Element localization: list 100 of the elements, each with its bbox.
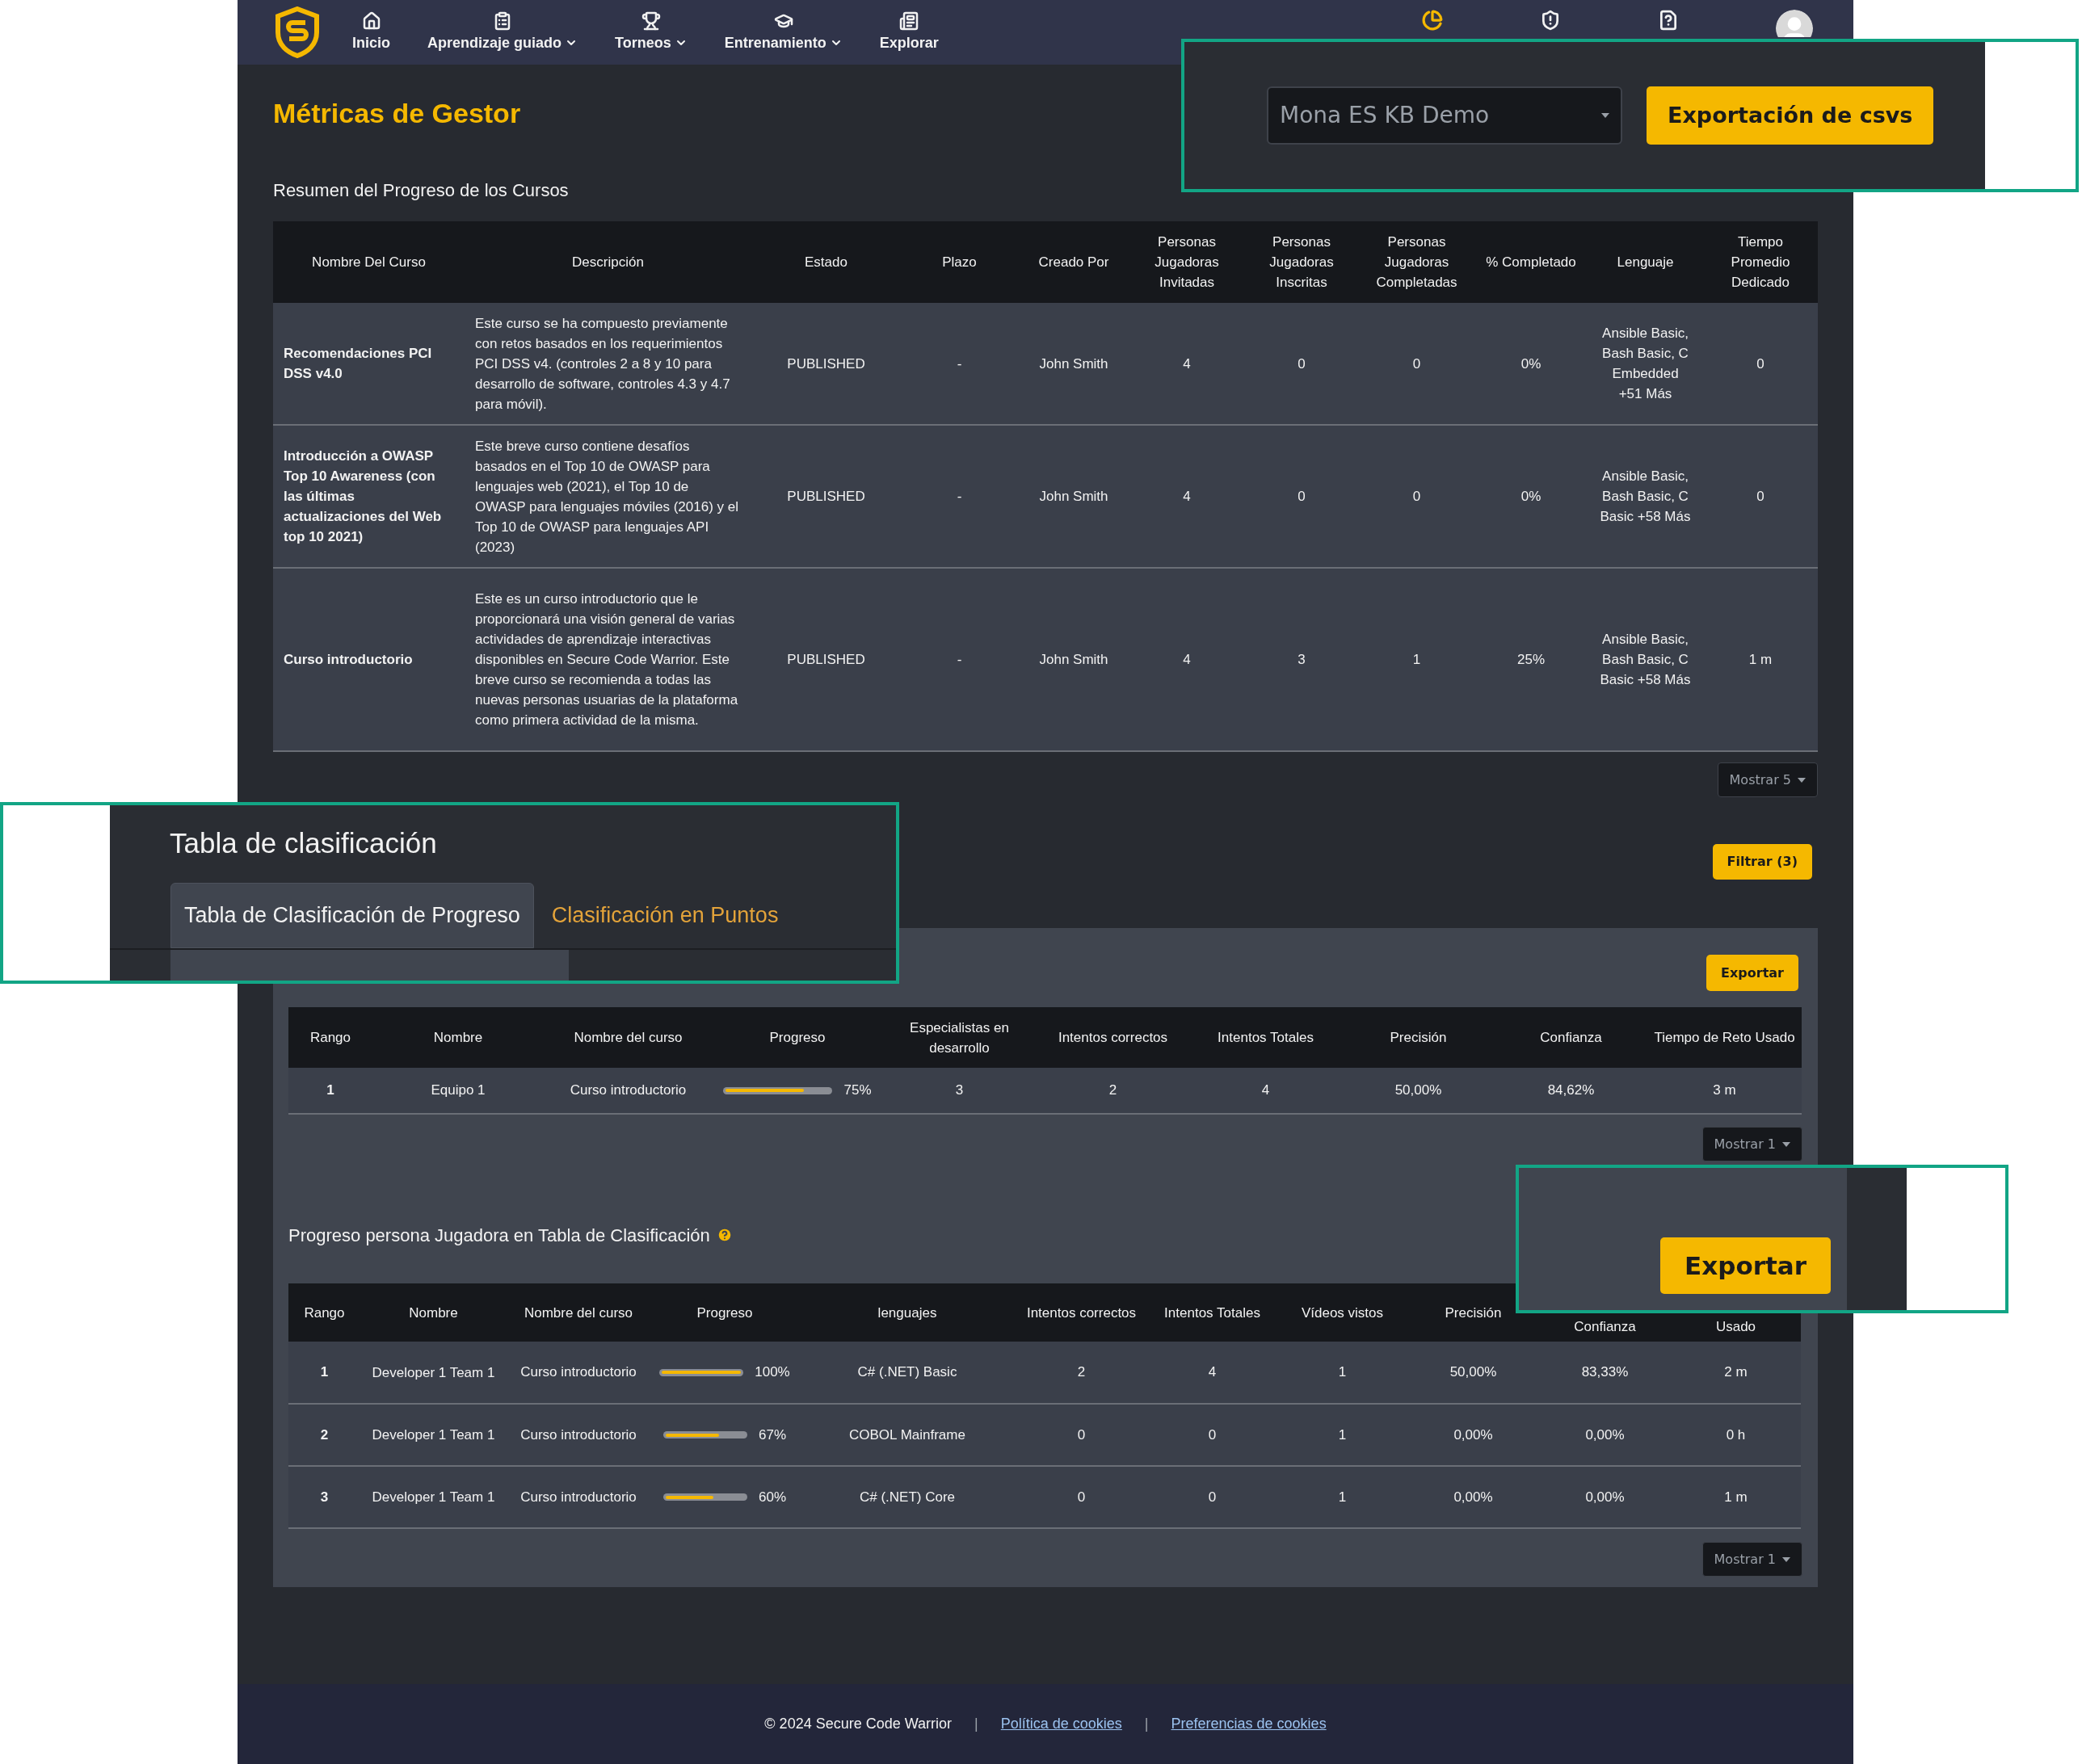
column-header: Lenguaje	[1588, 221, 1703, 303]
nav-item[interactable]: Entrenamiento	[724, 10, 843, 54]
copyright-text: © 2024 Secure Code Warrior	[764, 1715, 953, 1733]
help-icon[interactable]	[1658, 10, 1679, 31]
table-cell: Introducción a OWASP Top 10 Awareness (con las últimas actualizaciones del Web top 10 2021)	[273, 425, 465, 568]
table-cell: Este es un curso introductorio que le proporcionará una visión general de varias actividades de aprendizaje interactivas disponibles en Secure Code Warrior. Este breve curso se recomienda a todas las nuevas personas usuarias de la plataforma como primera actividad de la misma.	[465, 568, 751, 751]
table-cell: COBOL Mainframe	[799, 1404, 1016, 1466]
table-cell: 4	[1189, 1068, 1342, 1114]
nav-item[interactable]: Torneos	[615, 10, 688, 54]
table-cell: 1	[1277, 1466, 1407, 1528]
column-header: Estado	[751, 221, 901, 303]
table-cell: PUBLISHED	[751, 303, 901, 425]
export-button[interactable]: Exportar	[1660, 1237, 1831, 1294]
table-cell: 0	[1703, 425, 1818, 568]
table-cell: 1	[1277, 1404, 1407, 1466]
column-header: Precisión	[1342, 1007, 1495, 1068]
footer-link[interactable]: Política de cookies	[1000, 1713, 1122, 1735]
column-header: % Completado	[1474, 221, 1588, 303]
table-cell: 2	[1037, 1068, 1189, 1114]
table-cell: 0	[1016, 1404, 1147, 1466]
table-cell: 2 m	[1671, 1342, 1801, 1404]
caret-icon	[1601, 113, 1609, 118]
separator-text: |	[1144, 1715, 1149, 1733]
table-cell: 0%	[1474, 303, 1588, 425]
table-cell: 3	[1244, 568, 1359, 751]
column-header: Creado Por	[1018, 221, 1129, 303]
column-header: Progreso	[713, 1007, 882, 1068]
footer-link[interactable]: Preferencias de cookies	[1171, 1713, 1327, 1735]
nav-item[interactable]: Aprendizaje guiado	[427, 10, 578, 54]
column-header: lenguajes	[799, 1283, 1016, 1342]
nav-item[interactable]: Explorar	[879, 10, 939, 54]
table-cell: 0	[1244, 425, 1359, 568]
table-cell: 0,00%	[1407, 1404, 1539, 1466]
column-header: Intentos Totales	[1147, 1283, 1277, 1342]
table-cell: 50,00%	[1407, 1342, 1539, 1404]
table-cell: 84,62%	[1495, 1068, 1647, 1114]
page-size-dropdown[interactable]: Mostrar 1	[1701, 1127, 1802, 1161]
page-size-dropdown[interactable]: Mostrar 1	[1701, 1542, 1802, 1577]
table-cell: Developer 1 Team 1	[360, 1404, 507, 1466]
table-cell: Ansible Basic, Bash Basic, C Basic +58 Más	[1588, 425, 1703, 568]
table-cell: 0%	[1474, 425, 1588, 568]
export-button[interactable]: Exportar	[1706, 955, 1798, 991]
logo-icon	[275, 6, 320, 58]
table-cell: John Smith	[1018, 303, 1129, 425]
trophy-icon	[641, 10, 661, 31]
table-cell: Recomendaciones PCI DSS v4.0	[273, 303, 465, 425]
caret-icon	[1782, 1141, 1790, 1147]
progress-reading: 100%	[755, 1363, 790, 1382]
table-cell: 0,00%	[1539, 1404, 1671, 1466]
export-csv-button[interactable]: Exportación de csvs	[1647, 86, 1934, 145]
help-icon[interactable]	[716, 1227, 733, 1243]
table-cell: 1	[288, 1068, 372, 1114]
caret-icon	[1782, 1556, 1790, 1562]
pie-chart-icon[interactable]	[1422, 10, 1443, 31]
column-header: Progreso	[650, 1283, 799, 1342]
section-title: Tabla de clasificación	[169, 826, 438, 860]
table-cell: 4	[1129, 568, 1244, 751]
filter-button[interactable]: Filtrar (3)	[1712, 844, 1812, 880]
nav-item[interactable]: Inicio	[352, 10, 390, 54]
separator-text: |	[974, 1715, 978, 1733]
table-cell: C# (.NET) Core	[799, 1466, 1016, 1528]
page-title: Métricas de Gestor	[273, 97, 521, 130]
table-cell: Ansible Basic, Bash Basic, C Embedded +51 Más	[1588, 303, 1703, 425]
column-header: Intentos correctos	[1037, 1007, 1189, 1068]
table-cell: 2	[288, 1404, 360, 1466]
tab[interactable]: Clasificación en Puntos	[533, 883, 797, 948]
table-cell: 83,33%	[1539, 1342, 1671, 1404]
table-cell: 0	[1147, 1404, 1277, 1466]
table-cell: 3	[288, 1466, 360, 1528]
table-cell: Curso introductorio	[544, 1068, 713, 1114]
column-header: Especialistas en desarrollo	[882, 1007, 1037, 1068]
table-cell: Curso introductorio	[507, 1342, 650, 1404]
table-cell: 0	[1359, 425, 1474, 568]
column-header: Tiempo de Reto Usado	[1647, 1007, 1802, 1068]
table-cell: -	[901, 425, 1018, 568]
avatar-icon[interactable]	[1776, 10, 1813, 37]
column-header: Nombre del curso	[507, 1283, 650, 1342]
column-header: Plazo	[901, 221, 1018, 303]
column-header: Tiempo Promedio Dedicado	[1703, 221, 1818, 303]
table-cell: Developer 1 Team 1	[360, 1466, 507, 1528]
table-cell: -	[901, 568, 1018, 751]
table-cell: 0	[1147, 1466, 1277, 1528]
table-cell: John Smith	[1018, 568, 1129, 751]
table-cell: 0 h	[1671, 1404, 1801, 1466]
table-cell: 3 m	[1647, 1068, 1802, 1114]
table-cell: 0	[1244, 303, 1359, 425]
column-header: Nombre del curso	[544, 1007, 713, 1068]
table-cell: Equipo 1	[372, 1068, 544, 1114]
organization-select[interactable]: Mona ES KB Demo	[1267, 86, 1622, 145]
table-cell: Curso introductorio	[507, 1404, 650, 1466]
table-cell: 1	[1359, 568, 1474, 751]
table-cell: 0	[1016, 1466, 1147, 1528]
page-size-dropdown[interactable]: Mostrar 5	[1717, 762, 1818, 797]
shield-icon[interactable]	[1540, 10, 1561, 31]
table-cell: Curso introductorio	[273, 568, 465, 751]
tab[interactable]: Tabla de Clasificación de Progreso	[170, 883, 534, 948]
table-cell: 1 m	[1703, 568, 1818, 751]
column-header: Rango	[288, 1007, 372, 1068]
column-header: Vídeos vistos	[1277, 1283, 1407, 1342]
table-cell: Este breve curso contiene desafíos basados en el Top 10 de OWASP para lenguajes web (2021), el Top 10 de OWASP para lenguajes móviles (2016) y el Top 10 de OWASP para lenguajes API (2023)	[465, 425, 751, 568]
